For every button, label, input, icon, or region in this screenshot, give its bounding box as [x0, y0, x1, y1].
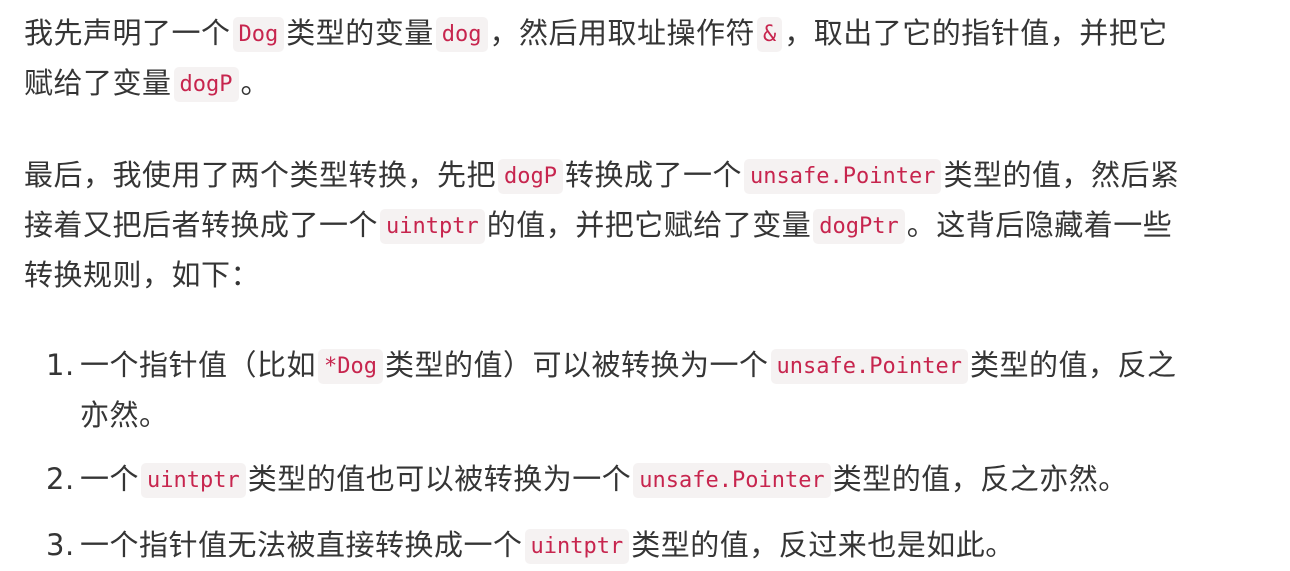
text-run: 的值，并把它赋给了变量 [486, 208, 812, 242]
text-run: 。 [240, 66, 271, 100]
text-run: 类型的变量 [286, 16, 434, 50]
text-line: 一个指针值（比如 *Dog 类型的值）可以被转换为一个 unsafe.Pointer 类… [80, 341, 1266, 391]
text-run: 。这背后隐藏着一些 [906, 208, 1173, 242]
text-run: 类型的值，反之亦然。 [832, 462, 1128, 496]
inline-code: uintptr [141, 463, 246, 498]
inline-code: unsafe.Pointer [744, 159, 942, 194]
inline-code: unsafe.Pointer [633, 463, 831, 498]
inline-code: & [757, 17, 783, 52]
text-run: 类型的值也可以被转换为一个 [247, 462, 632, 496]
text-run: 我先声明了一个 [24, 16, 231, 50]
list-marker: 1. [46, 348, 75, 382]
inline-code: *Dog [318, 349, 383, 384]
text-run: ，取出了它的指针值，并把它 [784, 16, 1168, 50]
inline-code: unsafe.Pointer [770, 349, 968, 384]
list-item: 2. 一个 uintptr 类型的值也可以被转换为一个 unsafe.Pointer 类… [24, 455, 1266, 505]
text-run: 接着又把后者转换成了一个 [24, 208, 379, 242]
text-run: 类型的值）可以被转换为一个 [385, 348, 769, 382]
text-run: 转换成了一个 [565, 158, 743, 192]
paragraph-type-conversion: 最后，我使用了两个类型转换，先把 dogP 转换成了一个 unsafe.Pointer… [24, 151, 1266, 299]
text-run: ，然后用取址操作符 [489, 16, 756, 50]
text-line: 最后，我使用了两个类型转换，先把 dogP 转换成了一个 unsafe.Pointer… [24, 151, 1266, 201]
text-line: 赋给了变量 dogP。 [24, 59, 1266, 109]
conversion-rules-list: 1. 一个指针值（比如 *Dog 类型的值）可以被转换为一个 unsafe.Point… [24, 341, 1266, 571]
text-line: 亦然。 [80, 391, 1266, 439]
text-line: 接着又把后者转换成了一个 uintptr 的值，并把它赋给了变量 dogPtr 。这背后… [24, 201, 1266, 251]
text-run: 一个 [80, 462, 140, 496]
text-run: 一个指针值（比如 [80, 348, 317, 382]
text-run: 类型的值，然后紧 [943, 158, 1180, 192]
text-run: 亦然。 [80, 398, 169, 432]
list-marker: 3. [46, 528, 75, 562]
inline-code: dogP [173, 67, 239, 102]
list-item: 1. 一个指针值（比如 *Dog 类型的值）可以被转换为一个 unsafe.Point… [24, 341, 1266, 439]
inline-code: Dog [232, 17, 285, 52]
inline-code: dogPtr [813, 209, 905, 244]
inline-code: uintptr [524, 529, 630, 564]
text-run: 转换规则，如下： [24, 258, 261, 292]
list-marker: 2. [46, 462, 75, 496]
text-run: 类型的值，反之 [969, 348, 1177, 382]
text-run: 最后，我使用了两个类型转换，先把 [24, 158, 497, 192]
text-run: 一个指针值无法被直接转换成一个 [80, 528, 523, 562]
text-run: 赋给了变量 [24, 66, 172, 100]
inline-code: uintptr [380, 209, 485, 244]
text-run: 类型的值，反过来也是如此。 [631, 528, 1015, 562]
article-body: 我先声明了一个 Dog 类型的变量 dog ，然后用取址操作符 & ，取出了它的指针值，并把… [0, 0, 1290, 571]
list-item: 3. 一个指针值无法被直接转换成一个 uintptr 类型的值，反过来也是如此。 [24, 521, 1266, 571]
inline-code: dog [435, 17, 488, 52]
text-line: 转换规则，如下： [24, 251, 1266, 299]
paragraph-declare-dog: 我先声明了一个 Dog 类型的变量 dog ，然后用取址操作符 & ，取出了它的指针值，并把… [24, 9, 1266, 109]
inline-code: dogP [498, 159, 563, 194]
text-line: 我先声明了一个 Dog 类型的变量 dog ，然后用取址操作符 & ，取出了它的指针值，并把… [24, 9, 1266, 59]
